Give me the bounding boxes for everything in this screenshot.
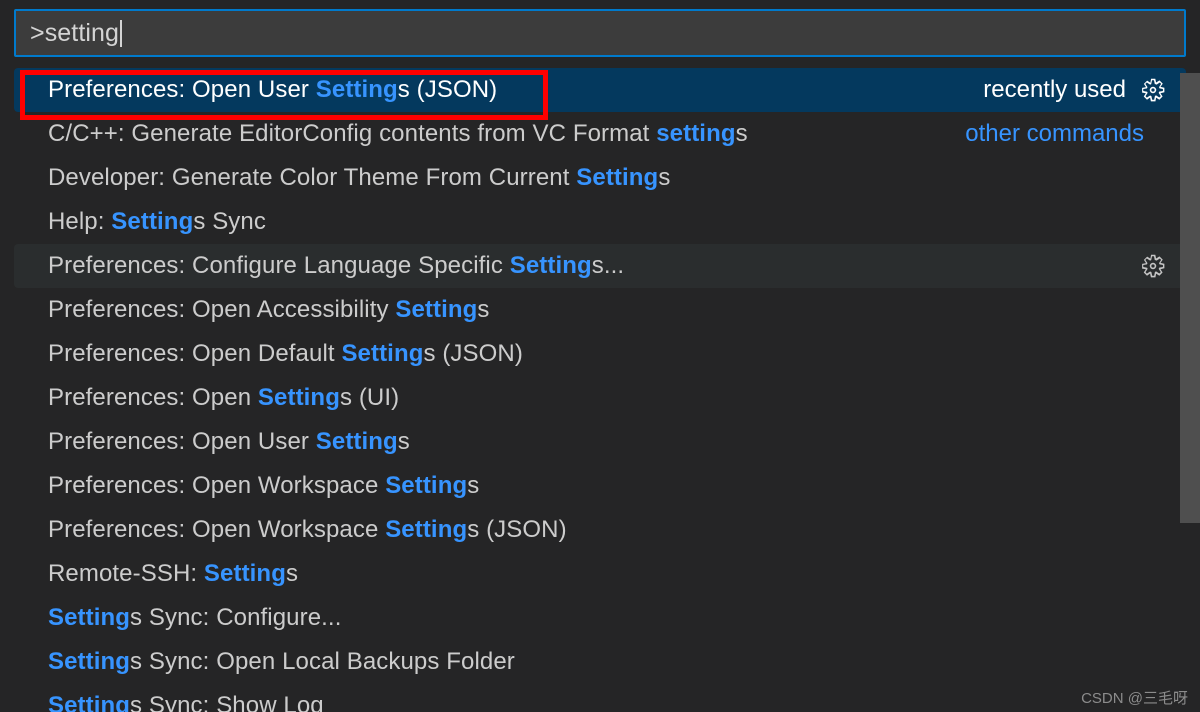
command-result-row[interactable]: Settings Sync: Open Local Backups Folder [14,640,1186,684]
text-cursor [120,19,123,47]
command-result-row[interactable]: Preferences: Configure Language Specific… [14,244,1186,288]
match-fragment: Setting [341,340,424,367]
text-fragment: s [397,428,410,455]
command-result-label: Remote-SSH: Settings [48,560,298,588]
command-result-row[interactable]: Preferences: Open User Settings [14,420,1186,464]
match-fragment: setting [656,120,736,147]
scrollbar-track[interactable] [1180,68,1200,712]
command-palette-input-wrap[interactable]: >setting [14,9,1186,57]
command-result-row[interactable]: Help: Settings Sync [14,200,1186,244]
command-result-row[interactable]: Preferences: Open User Settings (JSON) re… [14,68,1186,112]
gear-icon[interactable] [1140,77,1166,103]
match-fragment: Setting [48,648,131,675]
command-result-row[interactable]: Developer: Generate Color Theme From Cur… [14,156,1186,200]
match-fragment: Setting [203,560,286,587]
command-result-row[interactable]: Preferences: Open Workspace Settings (JS… [14,508,1186,552]
text-fragment: s [477,296,490,323]
command-result-label: C/C++: Generate EditorConfig contents fr… [48,120,748,148]
search-input[interactable]: >setting [30,19,119,48]
text-fragment: s (UI) [339,384,400,411]
text-fragment: Preferences: Open Default [48,340,342,367]
match-fragment: Setting [48,692,131,712]
command-result-label: Preferences: Open User Settings [48,428,410,456]
match-fragment: Setting [315,428,398,455]
text-fragment: s Sync [193,208,266,235]
command-result-label: Preferences: Open Accessibility Settings [48,296,490,324]
command-result-label: Settings Sync: Open Local Backups Folder [48,648,515,676]
command-result-row[interactable]: Preferences: Open Default Settings (JSON… [14,332,1186,376]
match-fragment: Setting [509,252,592,279]
text-fragment: s... [591,252,625,279]
match-fragment: Setting [385,472,468,499]
text-fragment: s [467,472,480,499]
text-fragment: Preferences: Open User [48,428,316,455]
command-result-row[interactable]: Preferences: Open Workspace Settings [14,464,1186,508]
match-fragment: Setting [48,604,131,631]
command-result-label: Preferences: Open Workspace Settings (JS… [48,516,567,544]
command-result-label: Preferences: Configure Language Specific… [48,252,624,280]
group-label-recently-used: recently used [983,76,1126,103]
match-fragment: Setting [315,76,398,103]
command-result-label: Settings Sync: Configure... [48,604,341,632]
text-fragment: s [285,560,299,587]
text-fragment: C/C++: Generate EditorConfig contents fr… [48,120,657,147]
command-result-label: Preferences: Open Workspace Settings [48,472,479,500]
text-fragment: s Sync: Show Log [130,692,324,712]
text-fragment: s [735,120,748,147]
command-result-row[interactable]: Settings Sync: Configure... [14,596,1186,640]
command-result-row[interactable]: Preferences: Open Settings (UI) [14,376,1186,420]
text-fragment: Preferences: Open Workspace [48,516,386,543]
gear-icon[interactable] [1140,253,1166,279]
command-results-list[interactable]: Preferences: Open User Settings (JSON) re… [0,68,1200,712]
text-fragment: s (JSON) [467,516,567,543]
match-fragment: Setting [576,164,659,191]
text-fragment: Preferences: Open User [48,76,316,103]
command-result-row[interactable]: C/C++: Generate EditorConfig contents fr… [14,112,1186,156]
group-label-other-commands: other commands [965,120,1144,147]
text-fragment: s (JSON) [423,340,523,367]
command-result-label: Developer: Generate Color Theme From Cur… [48,164,670,192]
text-fragment: Remote-SSH: [48,560,204,587]
command-result-row[interactable]: Remote-SSH: Settings [14,552,1186,596]
match-fragment: Setting [111,208,194,235]
text-fragment: Preferences: Open [48,384,258,411]
command-result-label: Settings Sync: Show Log [48,692,324,712]
command-result-label: Help: Settings Sync [48,208,266,236]
match-fragment: Setting [257,384,340,411]
text-fragment: s (JSON) [397,76,498,103]
command-result-row[interactable]: Settings Sync: Show Log [14,684,1186,712]
command-result-label: Preferences: Open Default Settings (JSON… [48,340,523,368]
command-palette: >setting Preferences: Open User Settings… [0,0,1200,712]
text-fragment: s Sync: Open Local Backups Folder [130,648,515,675]
text-fragment: Preferences: Open Workspace [48,472,386,499]
command-result-label: Preferences: Open User Settings (JSON) [48,76,497,104]
text-fragment: s [658,164,671,191]
text-fragment: s Sync: Configure... [130,604,342,631]
text-fragment: Help: [48,208,112,235]
match-fragment: Setting [395,296,478,323]
text-fragment: Preferences: Configure Language Specific [48,252,510,279]
watermark: CSDN @三毛呀 [1081,690,1188,707]
match-fragment: Setting [385,516,468,543]
text-fragment: Developer: Generate Color Theme From Cur… [48,164,577,191]
command-result-row[interactable]: Preferences: Open Accessibility Settings [14,288,1186,332]
text-fragment: Preferences: Open Accessibility [48,296,396,323]
command-result-label: Preferences: Open Settings (UI) [48,384,399,412]
scrollbar-thumb[interactable] [1180,73,1200,523]
